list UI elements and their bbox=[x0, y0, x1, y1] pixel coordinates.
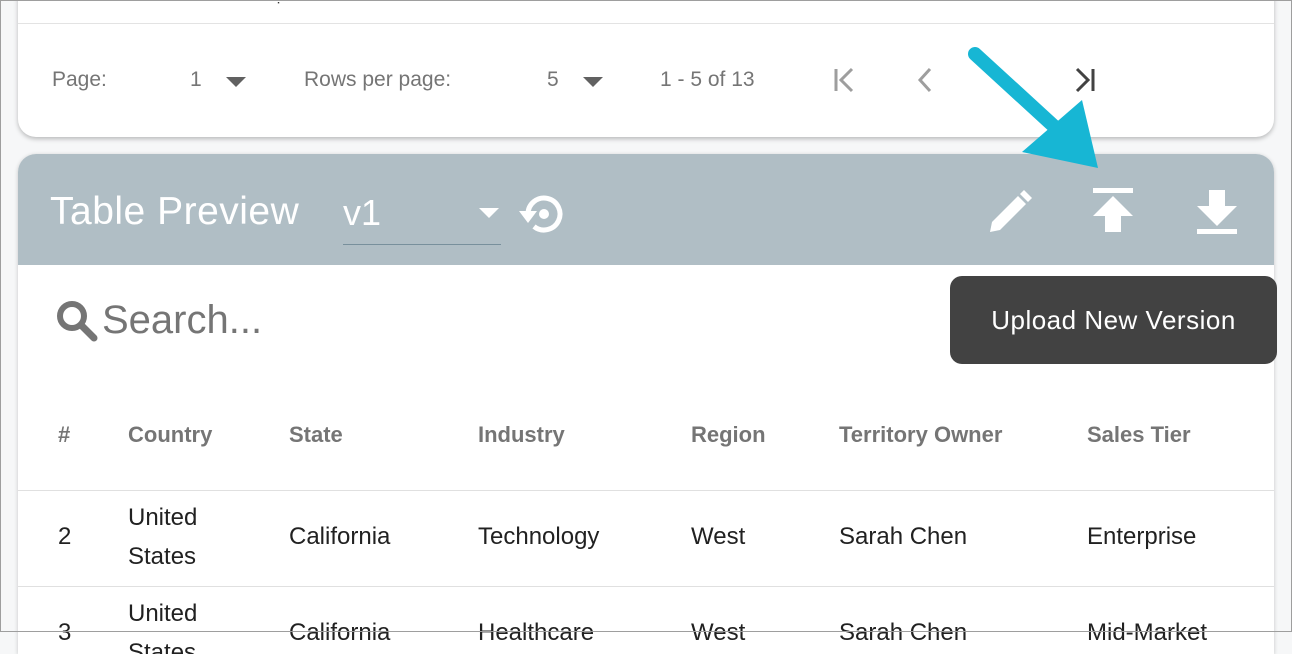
cell-line: States bbox=[128, 639, 197, 654]
callout-arrow-icon bbox=[968, 47, 1098, 168]
